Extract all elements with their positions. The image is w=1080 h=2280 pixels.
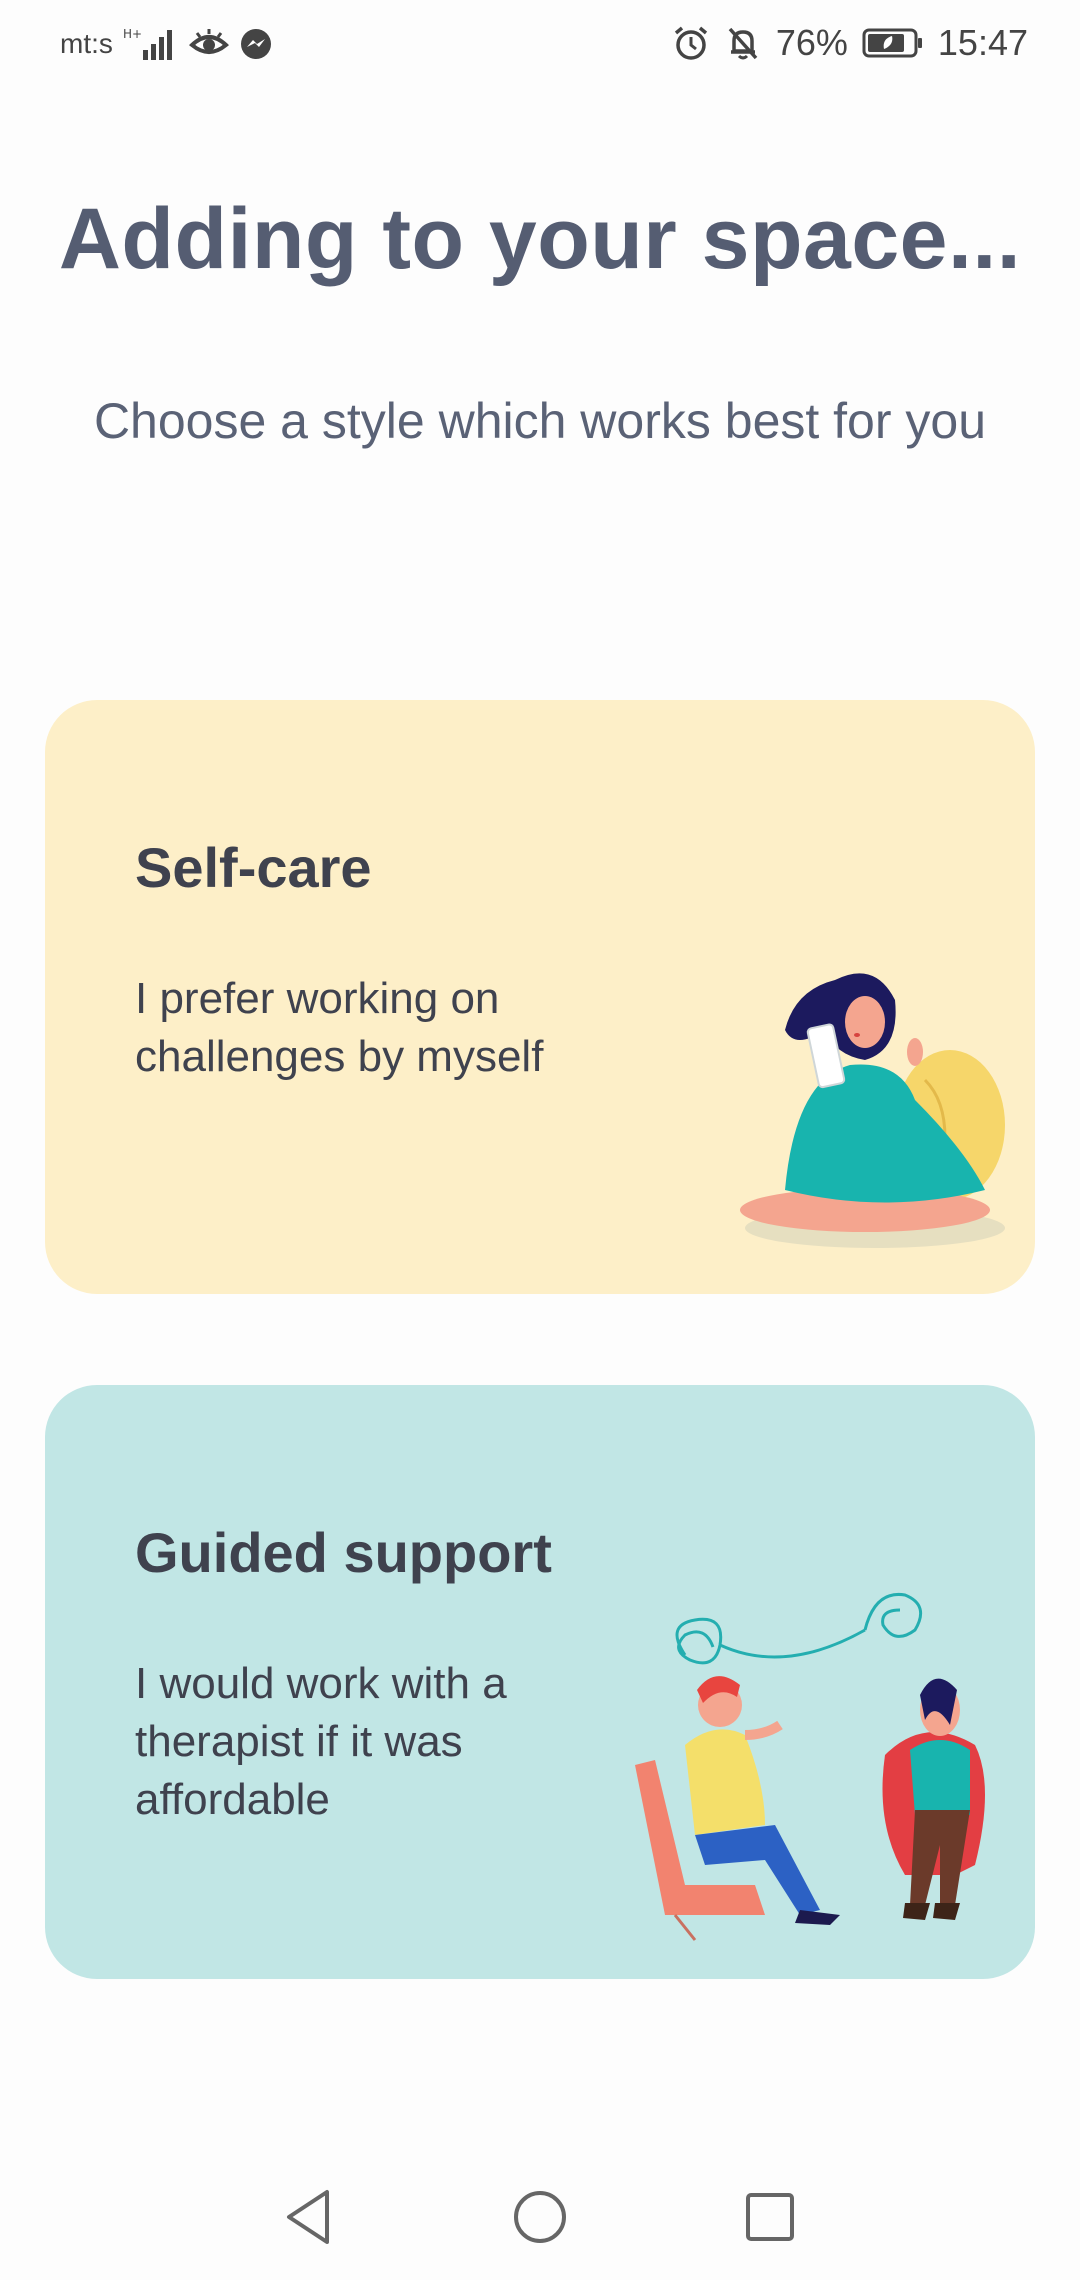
recents-icon[interactable] xyxy=(735,2182,805,2252)
signal-icon: H+ xyxy=(123,26,179,62)
woman-reading-illustration xyxy=(740,973,1005,1248)
guided-support-description: I would work with a therapist if it was … xyxy=(135,1659,507,1824)
guided-support-card[interactable]: Guided support I would work with a thera… xyxy=(45,1385,1035,1979)
screen: mt:s H+ 76% 15:47 Adding to your space..… xyxy=(0,0,1080,2280)
self-care-description: I prefer working on challenges by myself xyxy=(135,974,544,1081)
guided-support-title: Guided support xyxy=(135,1521,552,1584)
status-right: 76% 15:47 xyxy=(672,22,1028,64)
page-title: Adding to your space... xyxy=(58,191,1022,287)
therapy-session-illustration xyxy=(635,1592,985,1941)
battery-percent: 76% xyxy=(775,22,848,63)
back-icon[interactable] xyxy=(275,2182,345,2252)
nav-bar xyxy=(0,2160,1080,2280)
network-type-label: H+ xyxy=(123,27,142,41)
alarm-icon xyxy=(672,24,710,62)
eye-icon xyxy=(188,27,229,61)
battery-icon xyxy=(862,27,924,59)
self-care-card[interactable]: Self-care I prefer working on challenges… xyxy=(45,700,1035,1294)
messenger-icon xyxy=(239,27,273,61)
clock: 15:47 xyxy=(937,22,1028,63)
status-bar: mt:s H+ 76% 15:47 xyxy=(0,0,1080,92)
carrier-label: mt:s xyxy=(60,28,113,59)
page-subtitle: Choose a style which works best for you xyxy=(93,393,987,449)
bell-off-icon xyxy=(724,24,762,62)
home-icon[interactable] xyxy=(505,2182,575,2252)
self-care-title: Self-care xyxy=(135,836,372,899)
status-left: mt:s H+ xyxy=(60,26,273,62)
